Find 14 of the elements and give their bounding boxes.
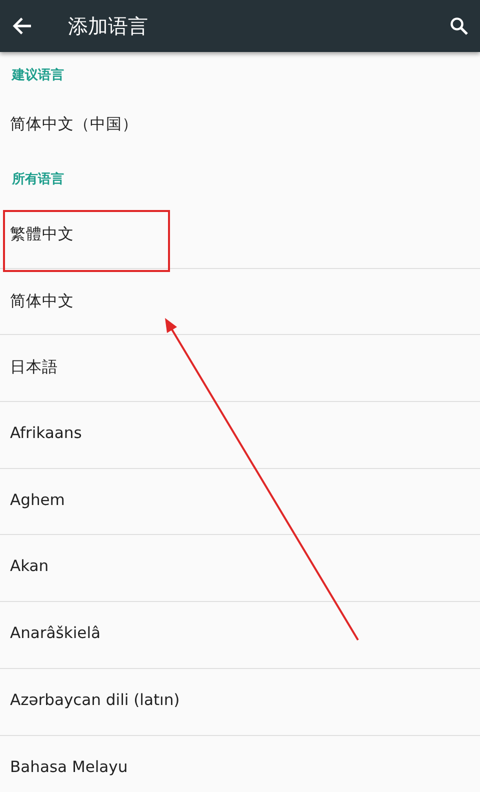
language-item[interactable]: Akan [0,535,480,602]
language-item[interactable]: Aghem [0,468,480,536]
section-header: 所有语言 [12,170,64,188]
language-item[interactable]: 繁體中文 [0,202,480,269]
language-item[interactable]: 日本語 [0,335,480,402]
language-item[interactable]: Azərbaycan dili (latın) [0,668,480,736]
screen-title: 添加语言 [68,12,149,40]
language-item[interactable]: 简体中文（中国） [0,98,480,156]
language-item[interactable]: Afrikaans [0,402,480,469]
section-header: 建议语言 [12,66,64,84]
language-item[interactable]: Anarâškielâ [0,602,480,669]
search-icon [450,17,468,35]
language-item[interactable]: Bahasa Melayu [0,736,480,792]
back-arrow-icon [12,17,32,35]
